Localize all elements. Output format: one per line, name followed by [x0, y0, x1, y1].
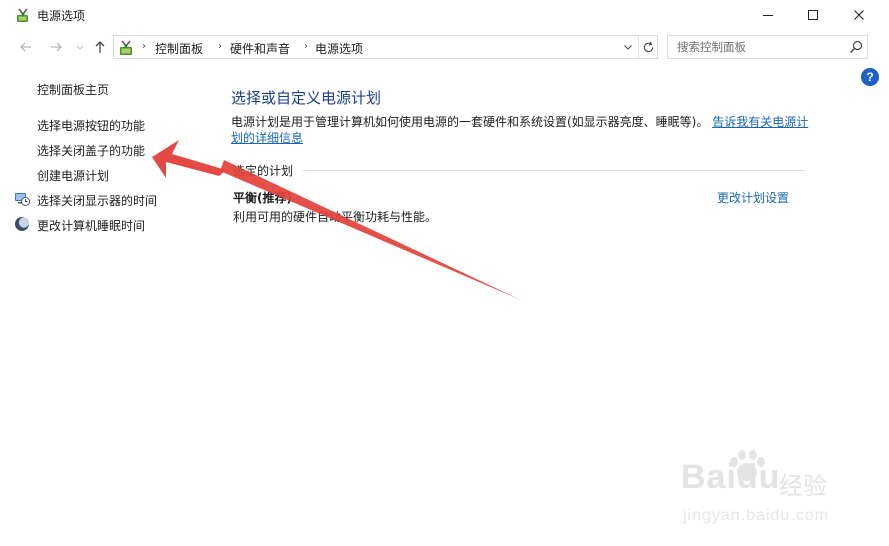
- arrow-right-icon: [51, 42, 62, 52]
- section-label-selected-plan: 选定的计划: [233, 164, 294, 178]
- arrow-up-icon: [95, 41, 105, 53]
- change-plan-settings-link[interactable]: 更改计划设置: [717, 189, 789, 206]
- sidebar-item-lid-close-function[interactable]: 选择关闭盖子的功能: [37, 142, 145, 159]
- chevron-down-icon: [624, 45, 632, 50]
- refresh-icon: [643, 41, 654, 52]
- address-dropdown-button[interactable]: [619, 36, 637, 58]
- power-options-icon: [14, 6, 32, 24]
- chevron-down-icon: [76, 45, 84, 50]
- breadcrumb-separator: ›: [218, 41, 222, 52]
- back-button[interactable]: [16, 37, 36, 57]
- description-text: 电源计划是用于管理计算机如何使用电源的一套硬件和系统设置(如显示器亮度、睡眠等)…: [231, 115, 709, 129]
- help-icon[interactable]: ?: [861, 68, 879, 86]
- control-panel-icon: [118, 39, 136, 57]
- page-title: 选择或自定义电源计划: [231, 89, 382, 107]
- title-bar: 电源选项: [0, 0, 889, 30]
- watermark-logo-text: Baidu: [681, 458, 781, 496]
- section-divider: [303, 170, 805, 171]
- forward-button[interactable]: [46, 37, 66, 57]
- minimize-button[interactable]: [745, 0, 791, 30]
- sidebar-item-control-panel-home[interactable]: 控制面板主页: [37, 81, 109, 98]
- breadcrumb-separator: ›: [304, 41, 308, 52]
- breadcrumb-control-panel[interactable]: 控制面板: [155, 40, 203, 57]
- maximize-button[interactable]: [790, 0, 836, 30]
- page-description: 电源计划是用于管理计算机如何使用电源的一套硬件和系统设置(如显示器亮度、睡眠等)…: [231, 114, 811, 146]
- sidebar-item-create-power-plan[interactable]: 创建电源计划: [37, 167, 109, 184]
- search-icon[interactable]: [848, 39, 864, 55]
- address-bar[interactable]: › 控制面板 › 硬件和声音 › 电源选项: [113, 35, 658, 59]
- baidu-watermark: Baidu 经验 jingyan.baidu.com: [675, 450, 845, 535]
- maximize-icon: [808, 10, 818, 20]
- breadcrumb-power-options[interactable]: 电源选项: [315, 40, 363, 57]
- search-input[interactable]: [668, 36, 844, 58]
- sleep-moon-icon: [14, 216, 30, 232]
- display-clock-icon: [14, 191, 30, 207]
- close-button[interactable]: [836, 0, 882, 30]
- plan-name: 平衡(推荐): [233, 191, 292, 205]
- up-button[interactable]: [90, 37, 110, 57]
- close-icon: [854, 10, 864, 20]
- window-title: 电源选项: [37, 9, 86, 23]
- sidebar-item-display-off-time[interactable]: 选择关闭显示器的时间: [37, 192, 157, 209]
- sidebar-item-power-button-function[interactable]: 选择电源按钮的功能: [37, 117, 145, 134]
- arrow-left-icon: [20, 42, 31, 52]
- sidebar-item-sleep-time[interactable]: 更改计算机睡眠时间: [37, 217, 145, 234]
- breadcrumb-separator: ›: [142, 41, 146, 52]
- watermark-logo-suffix: 经验: [779, 472, 827, 500]
- search-box[interactable]: [667, 35, 868, 59]
- minimize-icon: [763, 15, 773, 16]
- navigation-bar: › 控制面板 › 硬件和声音 › 电源选项: [0, 33, 889, 61]
- recent-locations-button[interactable]: [70, 37, 90, 57]
- breadcrumb-hardware-sound[interactable]: 硬件和声音: [230, 40, 290, 57]
- watermark-url: jingyan.baidu.com: [683, 507, 829, 524]
- plan-description: 利用可用的硬件自动平衡功耗与性能。: [233, 210, 438, 224]
- refresh-button[interactable]: [638, 36, 658, 58]
